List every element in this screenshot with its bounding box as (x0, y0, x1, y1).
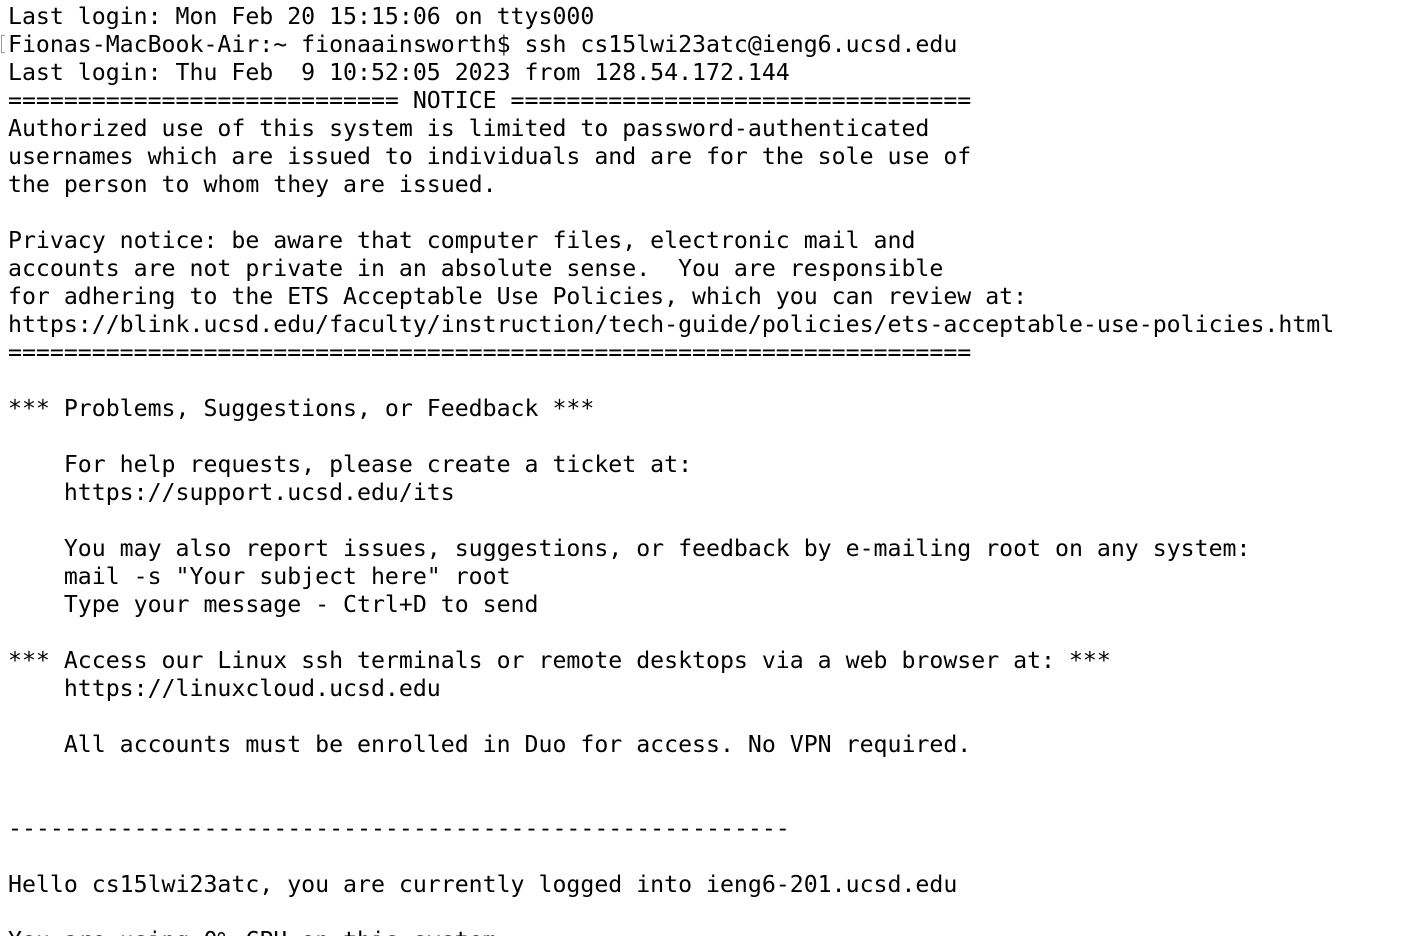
terminal-line: Type your message - Ctrl+D to send (8, 591, 539, 618)
notice-divider: ========================================… (8, 339, 972, 366)
terminal-window[interactable]: Last login: Mon Feb 20 15:15:06 on ttys0… (0, 0, 1426, 936)
linuxcloud-url: https://linuxcloud.ucsd.edu (8, 675, 441, 702)
line-mark-icon (1, 35, 5, 53)
terminal-line: For help requests, please create a ticke… (8, 451, 693, 478)
terminal-line: mail -s "Your subject here" root (8, 563, 511, 590)
terminal-line-ssh-command: Fionas-MacBook-Air:~ fionaainsworth$ ssh… (8, 31, 958, 58)
terminal-line: Last login: Mon Feb 20 15:15:06 on ttys0… (8, 3, 595, 30)
section-divider: ----------------------------------------… (8, 815, 790, 842)
support-url: https://support.ucsd.edu/its (8, 479, 455, 506)
terminal-line: the person to whom they are issued. (8, 171, 497, 198)
policy-url: https://blink.ucsd.edu/faculty/instructi… (8, 311, 1335, 338)
greeting-line: Hello cs15lwi23atc, you are currently lo… (8, 871, 958, 898)
terminal-line: accounts are not private in an absolute … (8, 255, 944, 282)
cpu-usage-line: You are using 0% CPU on this system (8, 927, 1426, 936)
terminal-line: for adhering to the ETS Acceptable Use P… (8, 283, 1028, 310)
notice-header: ============================ NOTICE ====… (8, 87, 972, 114)
terminal-line: Authorized use of this system is limited… (8, 115, 930, 142)
terminal-output: Last login: Mon Feb 20 15:15:06 on ttys0… (8, 0, 1426, 936)
feedback-heading: *** Problems, Suggestions, or Feedback *… (8, 395, 595, 422)
terminal-line: Last login: Thu Feb 9 10:52:05 2023 from… (8, 59, 790, 86)
terminal-line: usernames which are issued to individual… (8, 143, 972, 170)
terminal-line: You may also report issues, suggestions,… (8, 535, 1251, 562)
terminal-line: Privacy notice: be aware that computer f… (8, 227, 916, 254)
terminal-line: All accounts must be enrolled in Duo for… (8, 731, 972, 758)
linux-access-heading: *** Access our Linux ssh terminals or re… (8, 647, 1111, 674)
